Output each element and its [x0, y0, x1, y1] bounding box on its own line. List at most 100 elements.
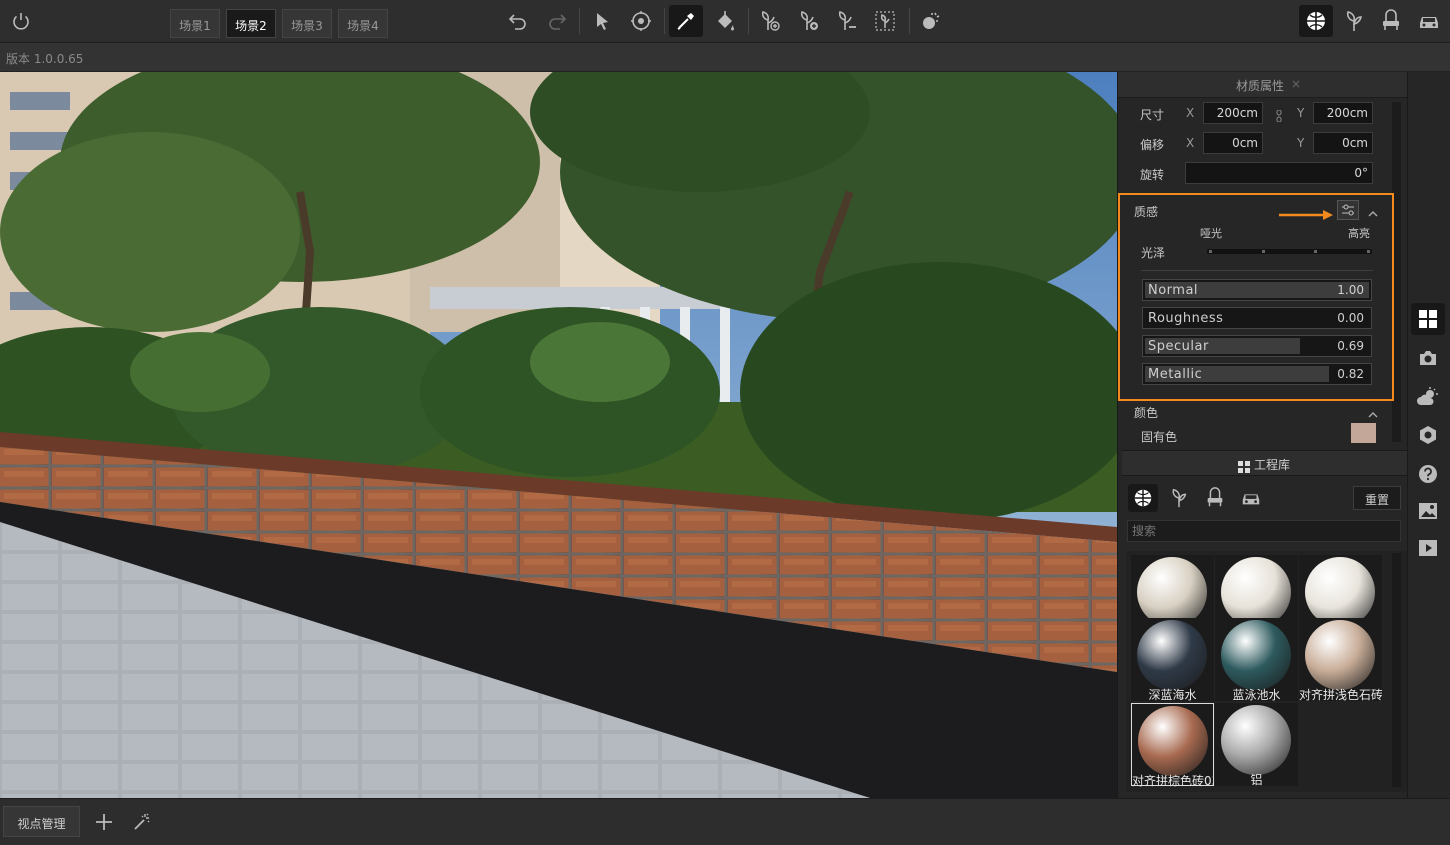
material-preview-ball [1138, 706, 1208, 776]
gloss-label: 光泽 [1141, 246, 1166, 260]
offset-label: 偏移 [1140, 138, 1165, 152]
slider-name: Normal [1148, 283, 1199, 298]
offset-y-label: Y [1297, 136, 1305, 150]
plant-category-icon[interactable] [1164, 484, 1194, 512]
metallic-slider[interactable]: Metallic 0.82 [1142, 363, 1372, 385]
material-preview-ball [1137, 557, 1207, 627]
paint-bucket-icon[interactable] [708, 5, 742, 37]
specular-slider[interactable]: Specular 0.69 [1142, 335, 1372, 357]
glossy-label: 高亮 [1348, 227, 1370, 240]
texture-settings-icon[interactable] [1337, 200, 1359, 220]
inherent-color-label: 固有色 [1141, 430, 1178, 444]
undo-icon[interactable] [501, 5, 535, 37]
panel-header: 材质属性 × [1118, 72, 1408, 98]
rotation-input[interactable]: 0° [1185, 162, 1373, 184]
version-label: 版本 1.0.0.65 [0, 43, 1450, 72]
texture-label: 质感 [1134, 205, 1159, 219]
material-library-icon[interactable] [1299, 5, 1333, 37]
orbit-icon[interactable] [624, 5, 658, 37]
scatter-plant-icon[interactable] [868, 5, 902, 37]
scene-tab-3[interactable]: 场景3 [282, 9, 332, 38]
material-preview-ball [1221, 620, 1291, 690]
library-item-label: 对齐拼浅色石砖0 [1299, 688, 1382, 702]
material-preview-ball [1221, 705, 1291, 775]
size-y-input[interactable]: 200cm [1313, 102, 1373, 124]
redo-icon[interactable] [540, 5, 574, 37]
furniture-category-icon[interactable] [1200, 484, 1230, 512]
scene-tab-4[interactable]: 场景4 [338, 9, 388, 38]
panel-title: 材质属性 [1236, 79, 1285, 93]
weather-icon[interactable] [914, 5, 948, 37]
size-x-input[interactable]: 200cm [1203, 102, 1263, 124]
offset-y-input[interactable]: 0cm [1313, 132, 1373, 154]
slider-value: 0.00 [1337, 311, 1364, 325]
gloss-slider[interactable] [1207, 249, 1372, 254]
library-header: 工程库 [1122, 450, 1407, 476]
size-y-label: Y [1297, 106, 1305, 120]
close-icon[interactable]: × [1291, 77, 1301, 91]
roughness-slider[interactable]: Roughness 0.00 [1142, 307, 1372, 329]
add-plant-alt-icon[interactable] [792, 5, 826, 37]
library-title: 工程库 [1254, 458, 1291, 472]
scene-render [0, 72, 1117, 798]
divider [1141, 270, 1373, 271]
collapse-chevron-icon[interactable] [1367, 405, 1379, 418]
camera-icon[interactable] [1411, 342, 1445, 374]
power-icon[interactable] [4, 5, 38, 37]
collapse-chevron-icon[interactable] [1367, 204, 1379, 217]
viewpoint-manage-button[interactable]: 视点管理 [3, 806, 80, 837]
slider-value: 0.82 [1337, 367, 1364, 381]
toolbar-separator [748, 8, 749, 34]
library-item-label: 铝 [1250, 773, 1263, 787]
toolbar-separator [909, 8, 910, 34]
plant-library-icon[interactable] [1337, 5, 1371, 37]
eyedropper-icon[interactable] [669, 5, 703, 37]
library-item[interactable]: 蓝泳池水 [1215, 618, 1298, 702]
slider-value: 1.00 [1337, 283, 1364, 297]
help-icon[interactable] [1411, 458, 1445, 490]
slider-name: Specular [1148, 339, 1209, 354]
render-viewport[interactable] [0, 72, 1117, 798]
image-icon[interactable] [1411, 495, 1445, 527]
add-plant-icon[interactable] [753, 5, 787, 37]
material-preview-ball [1305, 620, 1375, 690]
material-preview-ball [1221, 557, 1291, 627]
library-search-input[interactable] [1127, 520, 1401, 542]
normal-slider[interactable]: Normal 1.00 [1142, 279, 1372, 301]
link-icon[interactable] [1275, 107, 1283, 123]
slider-name: Roughness [1148, 311, 1224, 326]
material-category-icon[interactable] [1128, 484, 1158, 512]
color-label: 颜色 [1134, 406, 1159, 420]
furniture-library-icon[interactable] [1374, 5, 1408, 37]
size-label: 尺寸 [1140, 108, 1165, 122]
reset-button[interactable]: 重置 [1353, 486, 1401, 510]
car-category-icon[interactable] [1236, 484, 1266, 512]
magic-wand-icon[interactable] [130, 810, 154, 834]
add-scene-icon[interactable] [92, 810, 116, 834]
offset-x-input[interactable]: 0cm [1203, 132, 1263, 154]
settings-icon[interactable] [1411, 419, 1445, 451]
slider-value: 0.69 [1337, 339, 1364, 353]
size-x-label: X [1186, 106, 1195, 120]
video-icon[interactable] [1411, 532, 1445, 564]
library-scrollbar[interactable] [1392, 553, 1401, 787]
color-swatch[interactable] [1351, 423, 1376, 443]
library-item[interactable]: 深蓝海水 [1131, 618, 1214, 702]
toolbar-separator [579, 8, 580, 34]
toolbar-separator [664, 8, 665, 34]
grid-icon[interactable] [1411, 303, 1445, 335]
library-item[interactable]: 对齐拼棕色砖03 [1131, 703, 1214, 788]
library-item[interactable]: 对齐拼浅色石砖0 [1299, 618, 1382, 702]
scene-tab-1[interactable]: 场景1 [170, 9, 220, 38]
car-library-icon[interactable] [1412, 5, 1446, 37]
annotation-arrow [1279, 205, 1333, 220]
rotation-label: 旋转 [1140, 168, 1165, 182]
scene-tab-2[interactable]: 场景2 [226, 9, 276, 38]
library-item[interactable]: 铝 [1215, 703, 1298, 787]
select-arrow-icon[interactable] [585, 5, 619, 37]
matte-label: 哑光 [1200, 227, 1222, 240]
scene-bar [0, 798, 1450, 845]
weather-icon[interactable] [1411, 381, 1445, 413]
library-item-label: 蓝泳池水 [1232, 688, 1281, 702]
remove-plant-icon[interactable] [830, 5, 864, 37]
